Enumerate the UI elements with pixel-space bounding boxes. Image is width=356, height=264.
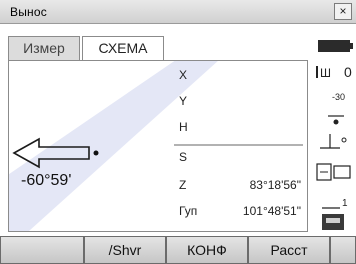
battery-icon bbox=[318, 40, 353, 52]
tab-schema[interactable]: СХЕМА bbox=[82, 36, 164, 60]
title-bar: Вынос × bbox=[0, 0, 356, 24]
svg-text:0: 0 bbox=[344, 64, 352, 80]
status-icons: Ш 0 -30 1 bbox=[316, 40, 353, 230]
field-h-label: H bbox=[179, 120, 188, 134]
field-y-label: Y bbox=[179, 94, 187, 108]
tab-izmer[interactable]: Измер bbox=[8, 36, 80, 60]
field-z-label: Z bbox=[179, 178, 186, 192]
field-gup-label: Гуп bbox=[179, 204, 197, 218]
level-icon bbox=[320, 134, 347, 149]
prism-const: -30 bbox=[332, 92, 345, 102]
keyboard-icon bbox=[316, 163, 351, 181]
stakeout-window: Вынос × Измер СХЕМА -60°59' X Y H S Z Гу… bbox=[0, 0, 356, 264]
field-x-label: X bbox=[179, 68, 187, 82]
softkey-bar: /Shvr КОНФ Расст bbox=[0, 236, 356, 264]
field-s-label: S bbox=[179, 150, 187, 164]
status-strip: Ш 0 -30 1 bbox=[314, 30, 356, 234]
softkey-konf[interactable]: КОНФ bbox=[166, 236, 248, 264]
softkey-rasst[interactable]: Расст bbox=[248, 236, 330, 264]
field-z-value: 83°18'56" bbox=[250, 178, 301, 192]
stakeout-diagram: -60°59' X Y H S Z Гуп 83°18'56" 101°48'5… bbox=[0, 51, 303, 231]
svg-text:1: 1 bbox=[342, 198, 348, 209]
prism-icon: Ш 0 bbox=[316, 64, 352, 80]
softkey-5[interactable] bbox=[330, 236, 356, 264]
softkey-1[interactable] bbox=[0, 236, 84, 264]
softkey-shvr[interactable]: /Shvr bbox=[84, 236, 166, 264]
field-gup-value: 101°48'51" bbox=[243, 204, 301, 218]
memory-card-icon bbox=[322, 214, 344, 230]
svg-text:Ш: Ш bbox=[320, 66, 331, 80]
tilt-icon bbox=[328, 115, 344, 125]
window-title: Вынос bbox=[10, 5, 47, 19]
close-button[interactable]: × bbox=[334, 3, 352, 20]
angle-label: -60°59' bbox=[21, 172, 71, 189]
fine-mode-icon: 1 bbox=[322, 198, 348, 209]
schema-panel: -60°59' X Y H S Z Гуп 83°18'56" 101°48'5… bbox=[0, 51, 308, 232]
